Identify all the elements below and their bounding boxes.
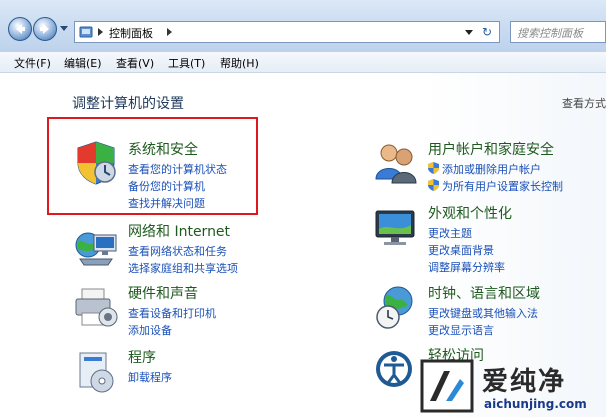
brand-logo-icon xyxy=(420,359,474,413)
link-devices-printers[interactable]: 查看设备和打印机 xyxy=(128,305,216,321)
link-network-status[interactable]: 查看网络状态和任务 xyxy=(128,243,227,259)
category-title[interactable]: 时钟、语言和区域 xyxy=(428,283,540,303)
category-title[interactable]: 外观和个性化 xyxy=(428,203,512,223)
uac-shield-icon xyxy=(428,162,439,174)
clock-globe-icon xyxy=(376,286,413,329)
link-homegroup[interactable]: 选择家庭组和共享选项 xyxy=(128,260,238,276)
link-display-language[interactable]: 更改显示语言 xyxy=(428,322,494,338)
address-toolbar: 控制面板 ↻ 搜索控制面板 xyxy=(0,0,606,52)
category-title[interactable]: 程序 xyxy=(128,347,156,367)
category-title[interactable]: 硬件和声音 xyxy=(128,283,198,303)
category-clock-language: 时钟、语言和区域 更改键盘或其他输入法 更改显示语言 xyxy=(372,283,592,339)
link-change-input-method[interactable]: 更改键盘或其他输入法 xyxy=(428,305,538,321)
category-appearance: 外观和个性化 更改主题 更改桌面背景 调整屏幕分辨率 xyxy=(372,203,592,275)
address-dropdown-icon[interactable] xyxy=(465,30,473,35)
page-title: 调整计算机的设置 xyxy=(72,96,184,112)
link-uninstall-program[interactable]: 卸载程序 xyxy=(128,369,172,385)
category-network: 网络和 Internet 查看网络状态和任务 选择家庭组和共享选项 xyxy=(72,221,272,277)
recent-pages-dropdown[interactable] xyxy=(60,26,68,31)
category-title[interactable]: 网络和 Internet xyxy=(128,221,230,241)
brand-name: 爱纯净 xyxy=(482,367,567,397)
ease-of-access-icon xyxy=(376,351,412,387)
category-title[interactable]: 用户帐户和家庭安全 xyxy=(428,139,554,159)
arrow-left-icon xyxy=(16,24,25,34)
brand-url: aichunjing.com xyxy=(484,397,587,411)
search-field[interactable]: 搜索控制面板 xyxy=(510,21,606,43)
search-placeholder: 搜索控制面板 xyxy=(517,27,583,40)
menu-help[interactable]: 帮助(H) xyxy=(220,55,259,71)
breadcrumb-control-panel[interactable]: 控制面板 xyxy=(109,25,153,41)
highlight-box xyxy=(47,117,258,215)
forward-button[interactable] xyxy=(33,17,57,41)
menu-file[interactable]: 文件(F) xyxy=(14,55,51,71)
menu-bar: 文件(F) 编辑(E) 查看(V) 工具(T) 帮助(H) xyxy=(0,52,606,73)
link-desktop-background[interactable]: 更改桌面背景 xyxy=(428,242,494,258)
printer-icon xyxy=(75,288,118,327)
breadcrumb-separator-icon[interactable] xyxy=(167,28,172,36)
menu-view[interactable]: 查看(V) xyxy=(116,55,154,71)
link-text: 为所有用户设置家长控制 xyxy=(442,180,563,193)
refresh-icon[interactable]: ↻ xyxy=(479,24,495,40)
link-add-device[interactable]: 添加设备 xyxy=(128,322,172,338)
link-add-remove-users[interactable]: 添加或删除用户帐户 xyxy=(428,161,541,177)
view-by-label[interactable]: 查看方式 xyxy=(562,95,606,111)
users-icon xyxy=(375,144,417,184)
link-text: 添加或删除用户帐户 xyxy=(442,163,541,176)
link-parental-controls[interactable]: 为所有用户设置家长控制 xyxy=(428,178,563,194)
breadcrumb-separator-icon[interactable] xyxy=(98,28,103,36)
menu-tools[interactable]: 工具(T) xyxy=(168,55,205,71)
monitor-icon xyxy=(375,210,415,245)
network-globe-icon xyxy=(75,232,117,266)
back-button[interactable] xyxy=(8,17,32,41)
control-panel-icon xyxy=(79,26,93,38)
address-field[interactable]: 控制面板 ↻ xyxy=(74,21,500,43)
link-screen-resolution[interactable]: 调整屏幕分辨率 xyxy=(428,259,505,275)
watermark: 爱纯净 aichunjing.com xyxy=(418,357,606,417)
link-change-theme[interactable]: 更改主题 xyxy=(428,225,472,241)
uac-shield-icon xyxy=(428,179,439,191)
category-user-accounts: 用户帐户和家庭安全 添加或删除用户帐户 为所有用户设置家长控制 xyxy=(372,139,592,195)
category-programs: 程序 卸载程序 xyxy=(72,347,272,395)
arrow-right-icon xyxy=(40,24,49,34)
programs-icon xyxy=(79,352,114,393)
menu-edit[interactable]: 编辑(E) xyxy=(64,55,102,71)
category-hardware: 硬件和声音 查看设备和打印机 添加设备 xyxy=(72,283,272,339)
